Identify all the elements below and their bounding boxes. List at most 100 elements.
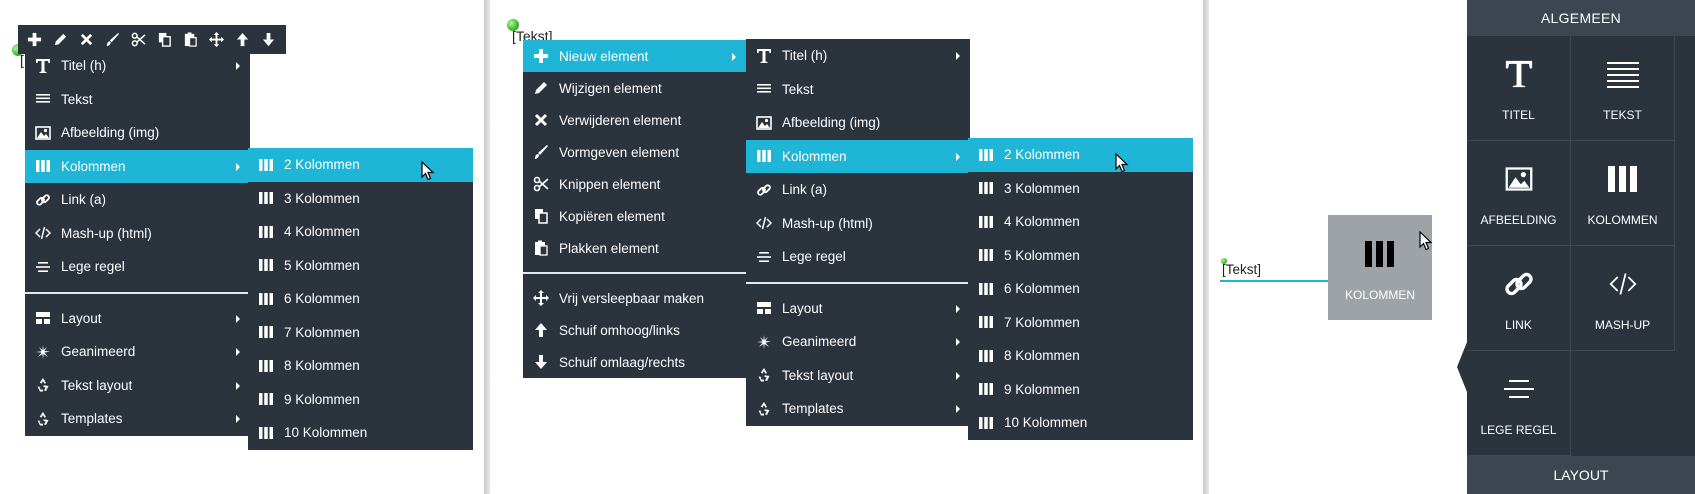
columns-option-9[interactable]: 9 Kolommen — [248, 383, 473, 417]
recycle-icon — [35, 411, 51, 427]
context-item-plakken-element[interactable]: Plakken element — [523, 232, 746, 264]
columns-icon — [1365, 234, 1395, 274]
menu-item-mash-up-html[interactable]: Mash-up (html) — [25, 217, 250, 251]
columns-option-3[interactable]: 3 Kolommen — [248, 182, 473, 216]
submenu-arrow-icon — [956, 304, 960, 313]
columns-icon — [258, 190, 274, 206]
paste-icon[interactable] — [180, 30, 200, 50]
sidebar-tile-titel[interactable]: TITEL — [1467, 36, 1571, 141]
menu-item-lege-regel[interactable]: Lege regel — [25, 250, 250, 284]
menu-item-templates[interactable]: Templates — [746, 392, 970, 426]
menu-item-label: Tekst — [61, 91, 93, 107]
sidebar-tile-kolommen[interactable]: KOLOMMEN — [1571, 141, 1675, 246]
context-item-schuif-omhoog-links[interactable]: Schuif omhoog/links — [523, 314, 746, 346]
menu-item-afbeelding-img[interactable]: Afbeelding (img) — [25, 116, 250, 150]
context-item-verwijderen-element[interactable]: Verwijderen element — [523, 104, 746, 136]
sidebar-tile-link[interactable]: LINK — [1467, 246, 1571, 351]
sidebar-tile-mash-up[interactable]: MASH-UP — [1571, 246, 1675, 351]
menu-item-geanimeerd[interactable]: Geanimeerd — [746, 325, 970, 359]
move-icon — [533, 290, 549, 306]
menu-item-templates[interactable]: Templates — [25, 402, 250, 436]
close-icon[interactable] — [76, 30, 96, 50]
brush-icon[interactable] — [102, 30, 122, 50]
menu-item-link-a[interactable]: Link (a) — [746, 173, 970, 207]
menu-item-label: Nieuw element — [559, 48, 649, 64]
sidebar-section-header-algemeen[interactable]: ALGEMEEN — [1467, 0, 1695, 35]
menu-item-kolommen[interactable]: Kolommen — [746, 139, 970, 173]
arrow-up-icon[interactable] — [232, 30, 252, 50]
columns-option-7[interactable]: 7 Kolommen — [248, 316, 473, 350]
menu-item-label: Mash-up (html) — [61, 225, 152, 241]
empty-line-icon — [1503, 369, 1534, 409]
columns-icon — [258, 358, 274, 374]
move-icon[interactable] — [206, 30, 226, 50]
pencil-icon[interactable] — [50, 30, 70, 50]
context-item-schuif-omlaag-rechts[interactable]: Schuif omlaag/rechts — [523, 346, 746, 378]
menu-item-label: Link (a) — [61, 192, 107, 208]
columns-option-6[interactable]: 6 Kolommen — [248, 282, 473, 316]
menu-item-label: 8 Kolommen — [284, 358, 360, 374]
plus-icon[interactable] — [24, 30, 44, 50]
columns-option-2[interactable]: 2 Kolommen — [968, 138, 1193, 172]
menu-item-titel-h[interactable]: Titel (h) — [25, 49, 250, 83]
menu-item-tekst[interactable]: Tekst — [25, 83, 250, 117]
menu-item-label: 10 Kolommen — [284, 425, 368, 441]
menu-item-label: Schuif omlaag/rechts — [559, 354, 686, 370]
context-item-knippen-element[interactable]: Knippen element — [523, 168, 746, 200]
columns-option-5[interactable]: 5 Kolommen — [248, 249, 473, 283]
menu-item-label: Layout — [61, 310, 102, 326]
columns-option-6[interactable]: 6 Kolommen — [968, 272, 1193, 306]
menu-item-kolommen[interactable]: Kolommen — [25, 149, 250, 183]
context-item-wijzigen-element[interactable]: Wijzigen element — [523, 72, 746, 104]
columns-option-4[interactable]: 4 Kolommen — [968, 205, 1193, 239]
sidebar-tile-tekst[interactable]: TEKST — [1571, 36, 1675, 141]
link-icon — [1503, 264, 1535, 304]
menu-item-label: 9 Kolommen — [284, 391, 360, 407]
image-icon — [756, 115, 772, 131]
menu-item-geanimeerd[interactable]: Geanimeerd — [25, 335, 250, 369]
menu-item-layout[interactable]: Layout — [25, 302, 250, 336]
columns-icon — [258, 324, 274, 340]
columns-option-10[interactable]: 10 Kolommen — [248, 416, 473, 450]
menu-item-label: Lege regel — [61, 259, 125, 275]
columns-option-8[interactable]: 8 Kolommen — [968, 339, 1193, 373]
menu-item-link-a[interactable]: Link (a) — [25, 183, 250, 217]
columns-option-2[interactable]: 2 Kolommen — [248, 148, 473, 182]
menu-item-tekst[interactable]: Tekst — [746, 73, 970, 107]
menu-item-titel-h[interactable]: Titel (h) — [746, 39, 970, 73]
context-item-vrij-versleepbaar-maken[interactable]: Vrij versleepbaar maken — [523, 282, 746, 314]
columns-option-9[interactable]: 9 Kolommen — [968, 373, 1193, 407]
menu-item-tekst-layout[interactable]: Tekst layout — [746, 359, 970, 393]
dragged-columns-tile[interactable]: KOLOMMEN — [1328, 215, 1432, 320]
menu-item-lege-regel[interactable]: Lege regel — [746, 240, 970, 274]
sidebar-tile-lege-regel[interactable]: LEGE REGEL — [1467, 351, 1571, 456]
columns-submenu: 2 Kolommen 3 Kolommen 4 Kolommen 5 Kolommen… — [248, 148, 473, 450]
menu-item-layout[interactable]: Layout — [746, 292, 970, 326]
columns-option-10[interactable]: 10 Kolommen — [968, 406, 1193, 440]
menu-item-afbeelding-img[interactable]: Afbeelding (img) — [746, 106, 970, 140]
context-item-kopi-ren-element[interactable]: Kopiëren element — [523, 200, 746, 232]
arrow-down-icon[interactable] — [258, 30, 278, 50]
sidebar-section-header-layout[interactable]: LAYOUT — [1467, 456, 1695, 494]
columns-option-5[interactable]: 5 Kolommen — [968, 239, 1193, 273]
placeholder-text: [ — [20, 52, 24, 68]
menu-item-mash-up-html[interactable]: Mash-up (html) — [746, 207, 970, 241]
context-item-vormgeven-element[interactable]: Vormgeven element — [523, 136, 746, 168]
sidebar-tile-afbeelding[interactable]: AFBEELDING — [1467, 141, 1571, 246]
arrow-down-icon — [533, 354, 549, 370]
columns-option-8[interactable]: 8 Kolommen — [248, 349, 473, 383]
scissors-icon[interactable] — [128, 30, 148, 50]
menu-item-label: Afbeelding (img) — [61, 125, 160, 141]
menu-item-tekst-layout[interactable]: Tekst layout — [25, 369, 250, 403]
copy-icon[interactable] — [154, 30, 174, 50]
columns-icon — [978, 247, 994, 263]
columns-option-7[interactable]: 7 Kolommen — [968, 306, 1193, 340]
columns-icon — [978, 214, 994, 230]
context-item-nieuw-element[interactable]: Nieuw element — [523, 40, 746, 72]
plus-icon — [533, 48, 549, 64]
columns-option-4[interactable]: 4 Kolommen — [248, 215, 473, 249]
columns-option-3[interactable]: 3 Kolommen — [968, 172, 1193, 206]
panel-divider-right — [1203, 0, 1209, 494]
link-icon — [35, 192, 51, 208]
submenu-arrow-icon — [956, 338, 960, 346]
